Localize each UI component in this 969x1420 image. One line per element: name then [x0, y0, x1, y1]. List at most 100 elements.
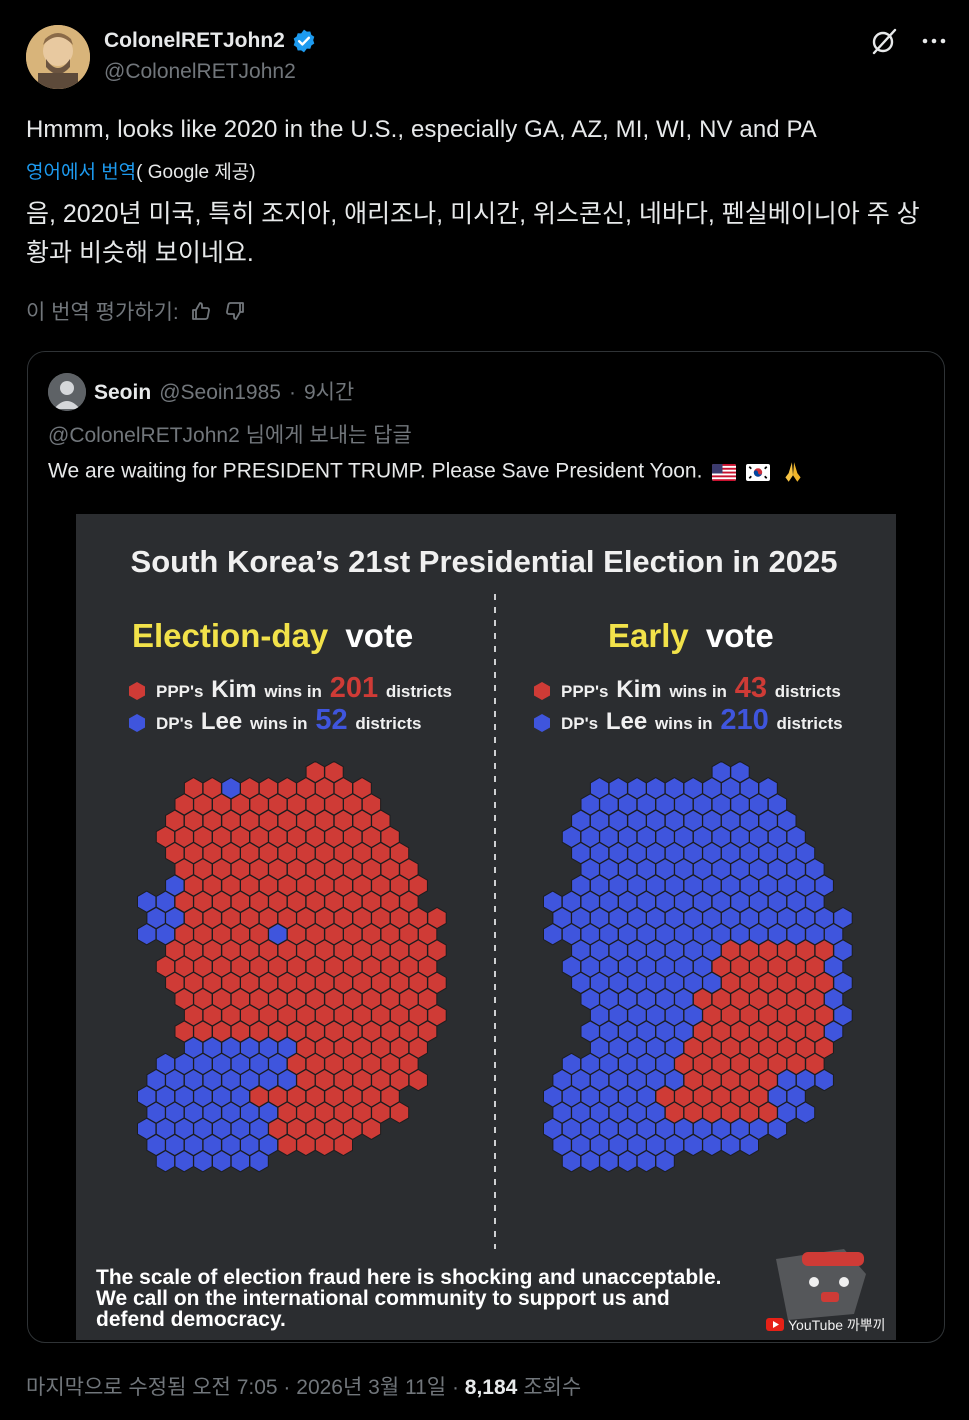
svg-text:DP's Lee wins: DP's Lee wins in 52 districts — [156, 704, 421, 736]
author-name[interactable]: ColonelRETJohn2 — [104, 29, 285, 53]
legend-blue-hex-right — [534, 714, 550, 732]
right-heading-b: vote — [706, 617, 774, 654]
district-hex — [249, 1150, 269, 1173]
us-flag-icon — [712, 463, 737, 481]
kr-flag-icon — [746, 463, 771, 481]
district-hex — [543, 923, 563, 946]
right-dp-prefix: DP's — [561, 714, 598, 733]
rate-translation: 이 번역 평가하기: — [26, 296, 247, 326]
quoted-post[interactable]: Seoin @Seoin1985 · 9시간 @ColonelRETJohn2 … — [27, 351, 945, 1343]
author-name-row[interactable]: ColonelRETJohn2 — [104, 28, 317, 54]
legend-red-hex-right — [534, 682, 550, 700]
district-hex — [361, 1117, 382, 1140]
right-ppp-count: 43 — [735, 672, 767, 704]
left-districts-1: districts — [386, 682, 452, 701]
district-hex — [389, 1101, 410, 1124]
caption-line-3: defend democracy. — [96, 1308, 286, 1331]
translated-text: 음, 2020년 미국, 특히 조지아, 애리조나, 미시간, 위스콘신, 네바… — [26, 200, 920, 267]
post-date[interactable]: 2026년 3월 11일 — [296, 1376, 446, 1399]
watermark: YouTube 까뿌끼 — [788, 1317, 886, 1333]
right-wins-in-2: wins in — [654, 714, 713, 733]
election-day-hex-map — [137, 760, 447, 1173]
district-hex — [137, 923, 157, 946]
district-hex — [277, 1133, 297, 1157]
district-hex — [212, 1150, 232, 1173]
district-hex — [739, 1133, 759, 1157]
left-ppp-count: 201 — [330, 672, 378, 704]
post-text: Hmmm, looks like 2020 in the U.S., espec… — [26, 116, 817, 143]
district-hex — [230, 1150, 250, 1173]
edited-label[interactable]: 마지막으로 수정됨 오전 7:05 — [26, 1376, 278, 1399]
right-ppp-name: Kim — [616, 676, 661, 703]
district-hex — [314, 1133, 335, 1157]
left-ppp-name: Kim — [211, 676, 256, 703]
thumbs-up-icon[interactable] — [189, 299, 213, 323]
district-hex — [767, 1117, 788, 1140]
reply-to: @ColonelRETJohn2 님에게 보내는 답글 — [48, 424, 412, 447]
meta-separator: · — [288, 381, 296, 404]
district-hex — [618, 1150, 638, 1173]
right-heading-a: Early — [608, 617, 689, 654]
district-hex — [599, 1150, 619, 1173]
district-hex — [580, 1150, 600, 1173]
district-hex — [795, 1101, 816, 1124]
caption-line-2: We call on the international community t… — [96, 1287, 670, 1310]
more-icon[interactable] — [921, 36, 947, 46]
quote-text: We are waiting for PRESIDENT TRUMP. Plea… — [48, 459, 806, 485]
author-handle[interactable]: @ColonelRETJohn2 — [104, 60, 296, 84]
district-hex — [636, 1150, 656, 1173]
right-dp-count: 210 — [720, 704, 768, 736]
district-hex — [655, 1150, 675, 1173]
district-hex — [155, 1150, 176, 1173]
translate-link[interactable]: 영어에서 번역 — [26, 162, 136, 183]
svg-text:Election-day vote: Election-day vote — [132, 617, 413, 654]
left-districts-2: districts — [355, 714, 421, 733]
district-hex — [683, 1133, 703, 1157]
svg-text:Early vote: Early vote — [608, 617, 774, 654]
left-dp-count: 52 — [315, 704, 347, 736]
district-hex — [193, 1150, 213, 1173]
rate-label: 이 번역 평가하기: — [26, 301, 179, 324]
verified-badge-icon — [293, 29, 315, 53]
early-vote-hex-map — [543, 760, 853, 1173]
right-districts-2: districts — [776, 714, 842, 733]
district-hex — [720, 1133, 741, 1157]
quote-avatar[interactable] — [48, 373, 86, 411]
caption-line-1: The scale of election fraud here is shoc… — [96, 1266, 722, 1289]
legend-red-hex — [129, 682, 145, 700]
infographic-title: South Korea’s 21st Presidential Election… — [131, 544, 838, 579]
district-hex — [408, 1068, 428, 1092]
district-hex — [296, 1133, 316, 1157]
quote-author-handle[interactable]: @Seoin1985 — [159, 381, 281, 405]
author-avatar[interactable] — [26, 25, 90, 89]
quote-time[interactable]: 9시간 — [304, 376, 354, 406]
right-districts-1: districts — [775, 682, 841, 701]
left-ppp-prefix: PPP's — [156, 682, 204, 701]
quote-text-body: We are waiting for PRESIDENT TRUMP. Plea… — [48, 459, 703, 483]
election-infographic[interactable]: South Korea’s 21st Presidential Election… — [76, 514, 896, 1340]
svg-text:PPP's Kim wins: PPP's Kim wins in 201 districts — [156, 672, 452, 704]
left-heading-a: Election-day — [132, 617, 329, 654]
footer-separator: · — [283, 1376, 291, 1399]
district-hex — [814, 1068, 834, 1092]
quote-author-name[interactable]: Seoin — [94, 381, 151, 405]
right-dp-name: Lee — [606, 708, 647, 735]
svg-text:DP's Lee wins: DP's Lee wins in 210 districts — [561, 704, 843, 736]
mascot-image — [776, 1249, 866, 1320]
left-heading-b: vote — [345, 617, 413, 654]
post-footer: 마지막으로 수정됨 오전 7:05 · 2026년 3월 11일 · 8,184… — [26, 1371, 581, 1401]
views-label: 조회수 — [523, 1376, 582, 1399]
legend-blue-hex — [129, 714, 145, 732]
translation-source: 영어에서 번역( Google 제공) — [26, 157, 256, 184]
left-dp-prefix: DP's — [156, 714, 193, 733]
folded-hands-icon — [785, 462, 801, 482]
right-wins-in: wins in — [668, 682, 727, 701]
view-count: 8,184 — [464, 1376, 518, 1399]
grok-slash-icon[interactable] — [869, 26, 899, 56]
left-wins-in-2: wins in — [249, 714, 308, 733]
district-hex — [702, 1133, 722, 1157]
thumbs-down-icon[interactable] — [223, 299, 247, 323]
district-hex — [333, 1133, 353, 1157]
footer-separator: · — [451, 1376, 459, 1399]
right-ppp-prefix: PPP's — [561, 682, 609, 701]
